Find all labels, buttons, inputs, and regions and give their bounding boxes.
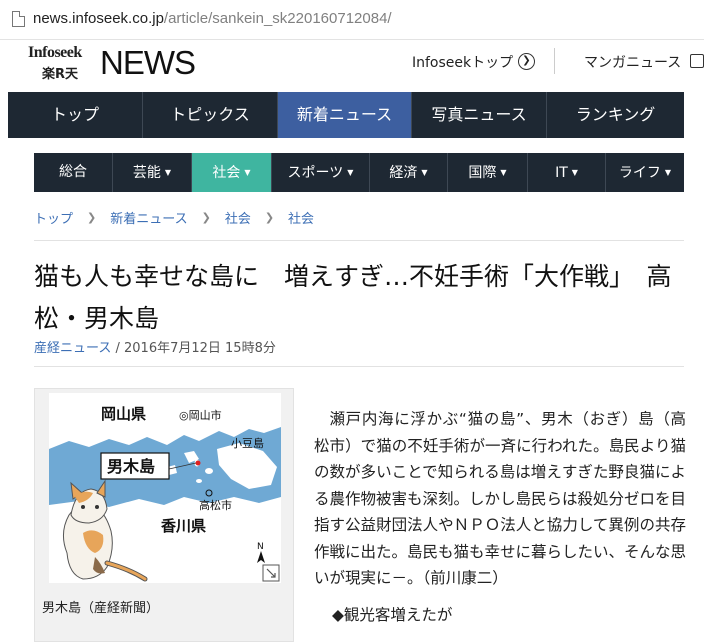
article-date: / 2016年7月12日 15時8分 <box>111 341 276 356</box>
map-label-okayama-city: ◎岡山市 <box>179 408 222 422</box>
caret-down-icon: ▼ <box>664 168 672 177</box>
caret-down-icon: ▼ <box>347 168 354 177</box>
breadcrumb-society[interactable]: 社会 <box>225 208 251 227</box>
category-label: 国際 <box>468 165 497 181</box>
category-nav: 総合 芸能 ▼ 社会 ▼ スポーツ ▼ 経済 ▼ 国際 ▼ IT ▼ ライフ ▼ <box>34 153 684 192</box>
divider <box>34 240 684 241</box>
article-title: 猫も人も幸せな島に 増えすぎ…不妊手術「大作戦」 高松・男木島 <box>34 262 672 333</box>
logo-news-text: NEWS <box>100 44 196 81</box>
map-label-kagawa-pref: 香川県 <box>161 517 206 535</box>
category-it[interactable]: IT ▼ <box>528 153 606 192</box>
manga-icon[interactable] <box>690 54 704 68</box>
category-label: 総合 <box>59 164 87 180</box>
category-label: 社会 <box>212 165 241 181</box>
chevron-right-icon: ❯ <box>87 211 97 224</box>
category-entertainment[interactable]: 芸能 ▼ <box>113 153 192 192</box>
map-label-takamatsu: 高松市 <box>199 498 232 512</box>
infoseek-news-logo[interactable]: Infoseek 楽R天 NEWS <box>28 44 196 86</box>
category-label: スポーツ <box>287 165 344 181</box>
category-life[interactable]: ライフ ▼ <box>606 153 684 192</box>
url-text[interactable]: news.infoseek.co.jp/article/sankein_sk22… <box>33 10 392 27</box>
category-society[interactable]: 社会 ▼ <box>192 153 272 192</box>
manga-news-link[interactable]: マンガニュース <box>584 52 681 72</box>
breadcrumb-top[interactable]: トップ <box>34 208 73 227</box>
infoseek-top-link[interactable]: Infoseekトップ <box>412 52 513 72</box>
divider <box>34 366 684 367</box>
chevron-right-icon: ❯ <box>264 211 275 224</box>
article-source-link[interactable]: 産経ニュース <box>34 341 111 356</box>
nav-item-topics[interactable]: トピックス <box>143 92 278 138</box>
caret-down-icon: ▼ <box>571 168 578 177</box>
category-label: ライフ <box>618 165 661 181</box>
article-subhead: ◆観光客増えたが <box>332 606 453 624</box>
breadcrumb-latest-news[interactable]: 新着ニュース <box>110 208 187 227</box>
category-economy[interactable]: 経済 ▼ <box>370 153 448 192</box>
map-label-north: N <box>257 542 264 552</box>
category-label: 経済 <box>389 165 418 181</box>
breadcrumb-society-sub[interactable]: 社会 <box>288 208 314 227</box>
figure-caption: 男木島（産経新聞） <box>42 601 160 616</box>
logo-rakuten-text: 楽R天 <box>42 67 79 82</box>
breadcrumb: トップ ❯ 新着ニュース ❯ 社会 ❯ 社会 <box>34 208 314 227</box>
caret-down-icon: ▼ <box>244 168 251 177</box>
header-divider <box>554 48 555 74</box>
nav-item-ranking[interactable]: ランキング <box>547 92 684 138</box>
category-label: IT <box>555 165 568 181</box>
site-header: Infoseek 楽R天 NEWS Infoseekトップ ❯ マンガニュース <box>0 40 704 92</box>
expand-image-icon[interactable] <box>262 564 280 582</box>
article-body: 瀬戸内海に浮かぶ“猫の島”、男木（おぎ）島（高松市）で猫の不妊手術が一斉に行われ… <box>314 410 687 587</box>
map-label-ogijima: 男木島 <box>107 457 155 476</box>
caret-down-icon: ▼ <box>164 168 172 177</box>
map-label-shodoshima: 小豆島 <box>231 436 264 450</box>
main-nav: トップ トピックス 新着ニュース 写真ニュース ランキング <box>8 92 684 138</box>
nav-item-latest-news[interactable]: 新着ニュース <box>278 92 412 138</box>
arrow-right-circle-icon[interactable]: ❯ <box>518 53 535 70</box>
chevron-right-icon: ❯ <box>201 211 211 224</box>
map-label-okayama-pref: 岡山県 <box>101 405 146 423</box>
logo-infoseek-text: Infoseek <box>28 44 82 61</box>
article-meta: 産経ニュース / 2016年7月12日 15時8分 <box>34 337 276 356</box>
page-icon <box>12 11 25 27</box>
nav-item-top[interactable]: トップ <box>8 92 143 138</box>
caret-down-icon: ▼ <box>500 168 507 177</box>
category-international[interactable]: 国際 ▼ <box>448 153 528 192</box>
url-path: /article/sankein_sk220160712084/ <box>163 10 392 27</box>
category-sports[interactable]: スポーツ ▼ <box>272 153 370 192</box>
ogijima-map-image[interactable]: 岡山県 ◎岡山市 小豆島 男木島 高松市 香川県 N <box>49 393 281 583</box>
category-label: 芸能 <box>132 165 161 181</box>
caret-down-icon: ▼ <box>421 168 428 177</box>
address-bar[interactable]: news.infoseek.co.jp/article/sankein_sk22… <box>0 0 704 40</box>
category-general[interactable]: 総合 <box>34 153 113 192</box>
url-host: news.infoseek.co.jp <box>33 10 164 27</box>
nav-item-photo-news[interactable]: 写真ニュース <box>412 92 547 138</box>
